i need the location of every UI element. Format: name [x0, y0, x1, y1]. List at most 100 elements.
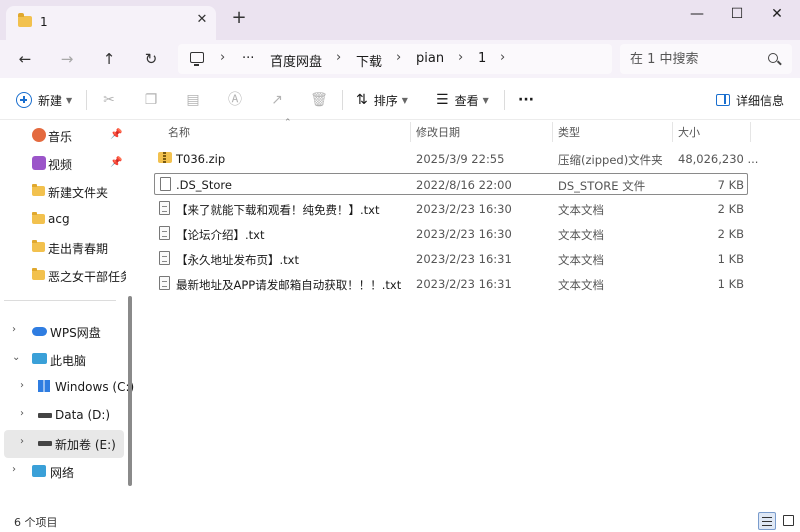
sidebar-item-drive-e[interactable]: › 新加卷 (E:): [4, 430, 124, 458]
chevron-down-icon: ▼: [401, 95, 408, 105]
new-button[interactable]: 新建 ▼: [16, 90, 72, 110]
chevron-right-icon[interactable]: ›: [20, 436, 24, 447]
table-row[interactable]: .DS_Store 2022/8/16 22:00 DS_STORE 文件 7 …: [154, 173, 748, 195]
column-divider[interactable]: [410, 122, 411, 142]
minimize-button[interactable]: —: [682, 4, 712, 24]
breadcrumb-separator: ›: [458, 50, 464, 65]
tab-title: 1: [40, 15, 48, 29]
table-row[interactable]: 【来了就能下载和观看！纯免费！】.txt 2023/2/23 16:30 文本文…: [154, 198, 748, 220]
chevron-right-icon[interactable]: ›: [20, 408, 24, 419]
sidebar-item-network[interactable]: › 网络: [0, 458, 128, 486]
breadcrumb-separator: ›: [500, 50, 506, 65]
column-divider[interactable]: [672, 122, 673, 142]
drive-icon: [38, 413, 52, 418]
sidebar-item-label: Windows (C:): [55, 380, 135, 394]
back-button[interactable]: ←: [14, 48, 36, 70]
column-divider[interactable]: [552, 122, 553, 142]
tab-current[interactable]: 1 ✕: [6, 6, 216, 40]
cloud-icon: [32, 327, 47, 336]
maximize-button[interactable]: ☐: [722, 4, 752, 24]
chevron-right-icon[interactable]: ›: [20, 380, 24, 391]
column-header-modified[interactable]: 修改日期: [416, 124, 460, 140]
table-row[interactable]: 【永久地址发布页】.txt 2023/2/23 16:31 文本文档 1 KB: [154, 248, 748, 270]
table-row[interactable]: T036.zip 2025/3/9 22:55 压缩(zipped)文件夹 48…: [154, 148, 758, 170]
file-size: 1 KB: [717, 277, 744, 291]
sidebar-item-mission[interactable]: 恶之女干部任务: [0, 262, 128, 290]
text-file-icon: [159, 226, 170, 240]
column-divider[interactable]: [750, 122, 751, 142]
chevron-right-icon[interactable]: ›: [12, 324, 16, 335]
sidebar-item-video[interactable]: 视频 📌: [0, 150, 128, 178]
refresh-button[interactable]: ↻: [140, 48, 162, 70]
chevron-down-icon[interactable]: ⌄: [12, 352, 20, 363]
breadcrumb-1[interactable]: 1: [478, 51, 486, 66]
column-header-type[interactable]: 类型: [558, 124, 580, 140]
sidebar-item-new-folder[interactable]: 新建文件夹: [0, 178, 128, 206]
breadcrumb-download[interactable]: 下载: [356, 51, 382, 70]
zip-icon: [158, 152, 172, 163]
file-modified: 2023/2/23 16:31: [416, 277, 512, 291]
delete-icon[interactable]: 🗑: [310, 91, 328, 109]
up-button[interactable]: ↑: [98, 48, 120, 70]
tiles-view-button[interactable]: [780, 512, 798, 530]
tab-close-button[interactable]: ✕: [194, 12, 210, 28]
address-bar[interactable]: › ··· › 百度网盘 › 下载 › pian › 1 ›: [178, 44, 612, 74]
table-row[interactable]: 最新地址及APP请发邮箱自动获取！！！.txt 2023/2/23 16:31 …: [154, 273, 748, 295]
column-header-size[interactable]: 大小: [678, 124, 700, 140]
search-input[interactable]: [630, 50, 760, 68]
file-name: .DS_Store: [176, 178, 232, 192]
forward-button[interactable]: →: [56, 48, 78, 70]
file-size: 48,026,230 ...: [678, 152, 759, 166]
share-icon[interactable]: ↗: [268, 91, 286, 109]
file-size: 2 KB: [717, 202, 744, 216]
sort-icon: ⇅: [356, 92, 368, 108]
table-row[interactable]: 【论坛介绍】.txt 2023/2/23 16:30 文本文档 2 KB: [154, 223, 748, 245]
sidebar-item-this-pc[interactable]: ⌄ 此电脑: [0, 346, 128, 374]
pin-icon[interactable]: 📌: [110, 129, 122, 140]
text-file-icon: [159, 276, 170, 290]
file-name: 【来了就能下载和观看！纯免费！】.txt: [176, 203, 380, 217]
copy-icon[interactable]: ❐: [142, 91, 160, 109]
breadcrumb-pian[interactable]: pian: [416, 51, 444, 66]
drive-icon: [38, 441, 52, 446]
pin-icon[interactable]: 📌: [110, 157, 122, 168]
rename-icon[interactable]: Ⓐ: [226, 91, 244, 109]
file-modified: 2025/3/9 22:55: [416, 152, 505, 166]
more-options-button[interactable]: ···: [518, 90, 534, 110]
list-view-icon: [762, 517, 772, 526]
details-pane-button[interactable]: 详细信息: [716, 90, 784, 110]
file-type: 文本文档: [558, 228, 604, 242]
this-pc-icon: [32, 353, 47, 364]
file-name: T036.zip: [176, 152, 226, 166]
folder-icon: [32, 240, 45, 252]
paste-icon[interactable]: ▤: [184, 91, 202, 109]
sidebar-item-drive-c[interactable]: › Windows (C:): [0, 374, 134, 402]
sidebar-item-music[interactable]: 音乐 📌: [0, 122, 128, 150]
close-window-button[interactable]: ✕: [762, 4, 792, 24]
sidebar-item-drive-d[interactable]: › Data (D:): [0, 402, 128, 430]
column-header-name[interactable]: 名称: [168, 124, 190, 140]
sidebar-item-wps[interactable]: › WPS网盘: [0, 318, 128, 346]
breadcrumb-more[interactable]: ···: [242, 51, 254, 66]
command-bar: 新建 ▼ ✂ ❐ ▤ Ⓐ ↗ 🗑 ⇅ 排序 ▼ ☰ 查看 ▼ ··· 详细信息: [0, 80, 800, 120]
sort-button[interactable]: ⇅ 排序 ▼: [356, 90, 408, 110]
search-icon[interactable]: [768, 53, 778, 63]
chevron-right-icon[interactable]: ›: [12, 464, 16, 475]
sidebar-item-adolescence[interactable]: 走出青春期: [0, 234, 128, 262]
details-view-button[interactable]: [758, 512, 776, 530]
sidebar-item-acg[interactable]: acg: [0, 206, 128, 234]
sidebar-item-label: WPS网盘: [50, 326, 101, 340]
network-icon: [32, 465, 46, 477]
sidebar-scrollbar[interactable]: [128, 296, 132, 486]
sidebar-item-label: 新建文件夹: [48, 186, 109, 200]
breadcrumb-baidu[interactable]: 百度网盘: [270, 51, 322, 70]
navigation-pane: 音乐 📌 视频 📌 新建文件夹 acg 走出青春期 恶之女干部任务 › WPS网…: [0, 120, 136, 510]
tiles-view-icon: [783, 515, 794, 526]
file-size: 7 KB: [717, 178, 744, 192]
cut-icon[interactable]: ✂: [100, 91, 118, 109]
new-tab-button[interactable]: +: [230, 9, 248, 28]
windows-drive-icon: [38, 380, 50, 392]
file-modified: 2023/2/23 16:31: [416, 252, 512, 266]
folder-icon: [32, 184, 45, 196]
view-button[interactable]: ☰ 查看 ▼: [436, 90, 489, 110]
